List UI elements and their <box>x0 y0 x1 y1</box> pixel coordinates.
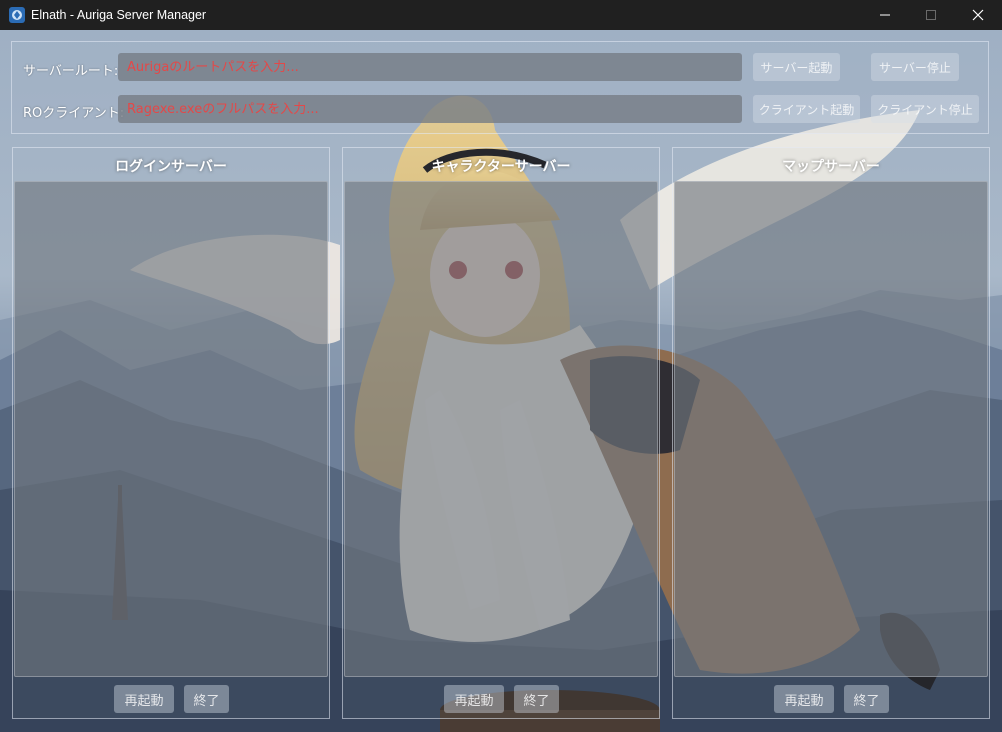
login-stop-button[interactable]: 終了 <box>184 685 229 713</box>
login-server-panel: ログインサーバー 再起動 終了 <box>12 147 330 719</box>
minimize-icon <box>880 14 890 16</box>
window-title: Elnath - Auriga Server Manager <box>31 8 207 22</box>
config-panel: サーバールート: サーバー起動 サーバー停止 ROクライアント: クライアント起… <box>11 41 989 134</box>
ro-client-label: ROクライアント: <box>23 106 125 121</box>
stop-server-button[interactable]: サーバー停止 <box>871 53 959 81</box>
character-server-log[interactable] <box>344 181 658 677</box>
title-bar: Elnath - Auriga Server Manager <box>0 0 1002 30</box>
server-root-input[interactable] <box>118 53 742 81</box>
start-server-button[interactable]: サーバー起動 <box>753 53 840 81</box>
minimize-button[interactable] <box>862 0 908 30</box>
server-root-label: サーバールート: <box>23 64 119 79</box>
login-server-title: ログインサーバー <box>115 159 227 175</box>
map-server-panel: マップサーバー 再起動 終了 <box>672 147 990 719</box>
map-stop-button[interactable]: 終了 <box>844 685 889 713</box>
map-restart-button[interactable]: 再起動 <box>774 685 834 713</box>
start-client-button[interactable]: クライアント起動 <box>753 95 860 123</box>
app-logo-icon <box>9 7 25 23</box>
login-restart-button[interactable]: 再起動 <box>114 685 174 713</box>
login-server-log[interactable] <box>14 181 328 677</box>
map-server-title: マップサーバー <box>782 159 880 175</box>
character-restart-button[interactable]: 再起動 <box>444 685 504 713</box>
close-button[interactable] <box>955 0 1001 30</box>
close-icon <box>972 9 984 21</box>
character-server-panel: キャラクターサーバー 再起動 終了 <box>342 147 660 719</box>
character-server-title: キャラクターサーバー <box>431 159 571 175</box>
stop-client-button[interactable]: クライアント停止 <box>871 95 979 123</box>
ro-client-input[interactable] <box>118 95 742 123</box>
character-stop-button[interactable]: 終了 <box>514 685 559 713</box>
map-server-log[interactable] <box>674 181 988 677</box>
maximize-button[interactable] <box>908 0 954 30</box>
maximize-icon <box>926 10 936 20</box>
